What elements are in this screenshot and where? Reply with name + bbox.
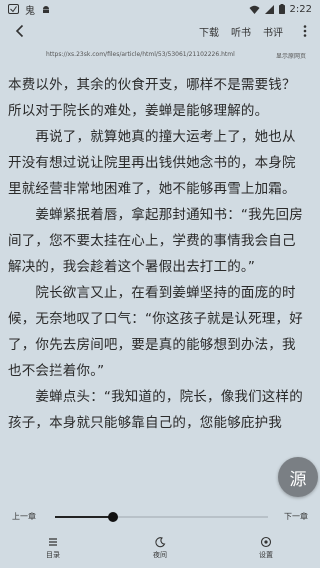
more-options-icon[interactable] <box>300 24 310 38</box>
chapter-url: https://xs.23sk.com/files/article/html/5… <box>46 51 235 58</box>
nav-settings-label: 设置 <box>259 551 273 559</box>
show-source-link[interactable]: 显示原网页 <box>276 51 306 60</box>
text-line: 孩子，本身就只能够靠自己的，您能够庇护我 <box>8 415 282 431</box>
chapter-progress: 上一章 下一章 <box>0 506 320 526</box>
progress-slider[interactable] <box>55 512 268 522</box>
listen-button[interactable]: 听书 <box>231 24 251 39</box>
notification-icon <box>8 4 19 14</box>
text-line: 本费以外，其余的伙食开支，哪样不是需要钱？ <box>8 77 296 93</box>
back-arrow-icon[interactable] <box>10 21 30 41</box>
progress-fill <box>55 516 113 518</box>
source-switch-button[interactable]: 源 <box>278 457 318 497</box>
status-time: 2:22 <box>289 3 312 15</box>
text-line: 里就经营非常地困难了，她不能够再雪上加霜。 <box>8 181 296 197</box>
text-line: 也不会拦着你。” <box>8 363 105 379</box>
reader-toolbar: 下载 听书 书评 <box>0 18 320 44</box>
bottom-nav: 目录 夜间 设置 <box>0 532 320 568</box>
app-badge: 鬼 <box>25 5 35 17</box>
text-line: 了，你先去房间吧，要是真的能够想到办法，我 <box>8 337 296 353</box>
android-icon <box>43 6 49 13</box>
text-line: 再说了，就算她真的撞大运考上了，她也从 <box>8 129 296 145</box>
moon-icon <box>155 537 166 548</box>
next-chapter-button[interactable]: 下一章 <box>284 511 308 522</box>
text-line: 所以对于院长的难处，姜蝉是能够理解的。 <box>8 103 269 119</box>
list-icon <box>49 538 57 546</box>
url-row: https://xs.23sk.com/files/article/html/5… <box>0 48 320 62</box>
battery-icon <box>278 4 285 14</box>
status-left: 鬼 <box>8 2 51 17</box>
text-line: 姜蝉点头：“我知道的，院长，像我们这样的 <box>8 389 303 405</box>
nav-catalog[interactable]: 目录 <box>23 532 83 568</box>
download-button[interactable]: 下载 <box>199 24 219 39</box>
comments-button[interactable]: 书评 <box>263 24 283 39</box>
text-line: 开没有想过说让院里再出钱供她念书的，本身院 <box>8 155 296 171</box>
text-line: 姜蝉紧抿着唇，拿起那封通知书：“我先回房 <box>8 207 303 223</box>
text-line: 院长欲言又止，在看到姜蝉坚持的面庞的时 <box>8 285 296 301</box>
prev-chapter-button[interactable]: 上一章 <box>12 511 36 522</box>
status-bar: 鬼 2:22 <box>0 0 320 18</box>
chapter-text: 本费以外，其余的伙食开支，哪样不是需要钱？ 所以对于院长的难处，姜蝉是能够理解的。… <box>8 72 314 436</box>
settings-icon <box>260 536 272 548</box>
progress-thumb[interactable] <box>107 512 118 522</box>
nav-settings[interactable]: 设置 <box>236 532 296 568</box>
nav-night-label: 夜间 <box>153 551 167 559</box>
nav-night-mode[interactable]: 夜间 <box>130 532 190 568</box>
wifi-icon <box>249 5 260 14</box>
status-right: 2:22 <box>249 4 312 15</box>
text-line: 候，无奈地叹了口气：“你这孩子就是认死理，好 <box>8 311 303 327</box>
nav-catalog-label: 目录 <box>46 551 60 559</box>
signal-icon <box>264 4 274 14</box>
text-line: 间了，您不要太挂在心上，学费的事情我会自己 <box>8 233 296 249</box>
text-line: 解决的，我会趁着这个暑假出去打工的。” <box>8 259 256 275</box>
